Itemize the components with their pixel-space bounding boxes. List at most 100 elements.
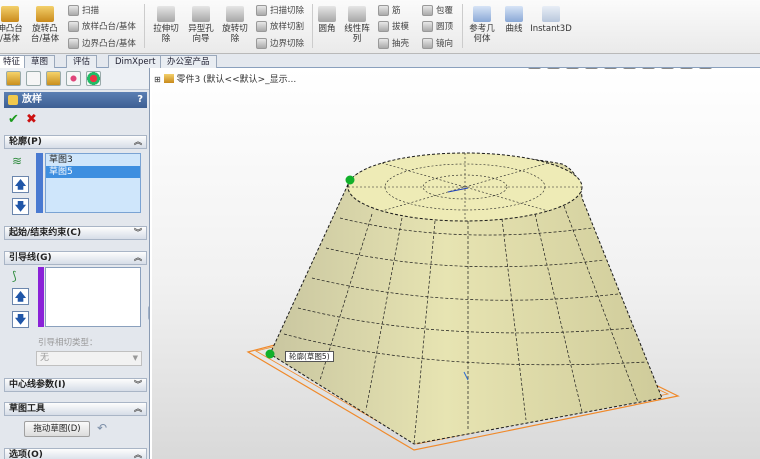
feature-manager-icon[interactable] xyxy=(6,71,21,86)
ribbon-divider xyxy=(144,4,145,48)
command-manager-ribbon: 伸凸台 /基体 旋转凸 台/基体 扫描 放样凸台/基体 边界凸台/基体 拉伸切 … xyxy=(0,0,760,54)
loft-icon xyxy=(68,20,79,32)
draft-icon xyxy=(378,20,389,32)
graphics-area[interactable]: ⊞ 零件3 (默认<<默认>_显示... 轮廓(草图5) xyxy=(152,68,760,459)
wrap-icon xyxy=(422,4,433,16)
ribbon-divider xyxy=(462,4,463,48)
command-manager-tabs: 特征 草图 评估 DimXpert 办公室产品 xyxy=(0,54,760,69)
swept-cut-icon xyxy=(256,4,267,16)
fillet-button[interactable]: 圆角 xyxy=(316,6,338,34)
extrude-cut-button[interactable]: 拉伸切 除 xyxy=(150,6,182,44)
chevron-up-icon: ︽ xyxy=(134,137,142,146)
tab-dimxpert[interactable]: DimXpert xyxy=(108,55,163,68)
wrap-button[interactable]: 包覆 xyxy=(422,4,453,16)
property-manager-icon[interactable] xyxy=(26,71,41,86)
pm-title: 放样 xyxy=(22,94,42,105)
extrude-boss-button[interactable]: 伸凸台 /基体 xyxy=(0,6,23,44)
loft-model-svg xyxy=(246,152,680,451)
guide-curves-header[interactable]: 引导线(G) ︽ xyxy=(4,251,147,265)
guide-curve-icon: ⟆ xyxy=(12,269,17,283)
reference-geometry-button[interactable]: 参考几 何体 xyxy=(466,6,498,44)
profiles-group-header[interactable]: 轮廓(P) ︽ xyxy=(4,135,147,149)
boundary-cut-button[interactable]: 边界切除 xyxy=(256,37,304,49)
lofted-cut-icon xyxy=(256,20,267,32)
cancel-button[interactable]: ✖ xyxy=(26,112,37,127)
curves-icon xyxy=(505,6,523,22)
chevron-down-icon: ▼ xyxy=(132,354,138,362)
lofted-cut-button[interactable]: 放样切割 xyxy=(256,20,304,32)
swept-cut-button[interactable]: 扫描切除 xyxy=(256,4,304,16)
revolve-cut-icon xyxy=(226,6,244,22)
chevron-up-icon: ︽ xyxy=(134,404,142,413)
hole-wizard-icon xyxy=(192,6,210,22)
reference-geometry-icon xyxy=(473,6,491,22)
connector-point[interactable] xyxy=(265,349,275,359)
profiles-list[interactable]: 草图3 草图5 xyxy=(45,153,141,213)
pm-title-bar: 放样 ? xyxy=(4,92,147,108)
revolve-boss-button[interactable]: 旋转凸 台/基体 xyxy=(28,6,62,44)
tab-features[interactable]: 特征 xyxy=(0,55,28,69)
rib-button[interactable]: 筋 xyxy=(378,4,401,16)
move-up-button[interactable]: 🡅 xyxy=(12,176,29,193)
boundary-icon xyxy=(68,37,79,49)
ribbon-divider xyxy=(312,4,313,48)
sweep-icon xyxy=(68,4,79,16)
dimxpert-manager-icon[interactable] xyxy=(66,71,81,86)
drag-sketch-button[interactable]: 拖动草图(D) xyxy=(24,421,90,437)
move-down-button[interactable]: 🡇 xyxy=(12,311,29,328)
profile-callout-label[interactable]: 轮廓(草图5) xyxy=(285,351,334,362)
chevron-down-icon: ︾ xyxy=(134,380,142,389)
revolve-boss-icon xyxy=(36,6,54,22)
curves-button[interactable]: 曲线 xyxy=(502,6,526,34)
hole-wizard-button[interactable]: 异型孔 向导 xyxy=(185,6,217,44)
property-manager: 放样 ? ✔ ✖ 轮廓(P) ︽ ≋ 草图3 草图5 🡅 🡇 起始/结束约束(C)… xyxy=(0,68,150,459)
extrude-boss-icon xyxy=(1,6,19,22)
sweep-button[interactable]: 扫描 xyxy=(68,4,99,16)
list-item[interactable]: 草图3 xyxy=(46,154,140,166)
instant3d-icon xyxy=(542,6,560,22)
sketch-tools-header[interactable]: 草图工具 ︽ xyxy=(4,402,147,416)
help-button[interactable]: ? xyxy=(137,92,143,108)
boundary-cut-icon xyxy=(256,37,267,49)
centerline-parameters-header[interactable]: 中心线参数(I) ︾ xyxy=(4,378,147,392)
tangency-type-select[interactable]: 无 ▼ xyxy=(36,351,142,366)
connector-point[interactable] xyxy=(345,175,355,185)
mirror-icon xyxy=(422,37,433,49)
draft-button[interactable]: 拔模 xyxy=(378,20,409,32)
chevron-up-icon: ︽ xyxy=(134,253,142,262)
profile-icon: ≋ xyxy=(12,154,23,168)
loft-icon xyxy=(8,95,18,105)
rib-icon xyxy=(378,4,389,16)
move-up-button[interactable]: 🡅 xyxy=(12,288,29,305)
panel-splitter-handle[interactable] xyxy=(148,306,149,320)
fillet-icon xyxy=(318,6,336,22)
display-manager-icon[interactable] xyxy=(86,71,101,86)
list-item[interactable]: 草图5 xyxy=(46,166,140,178)
manager-tabs-bar xyxy=(0,68,149,90)
boundary-boss-button[interactable]: 边界凸台/基体 xyxy=(68,37,136,49)
loft-boss-button[interactable]: 放样凸台/基体 xyxy=(68,20,136,32)
tab-office-products[interactable]: 办公室产品 xyxy=(160,55,217,68)
linear-pattern-button[interactable]: 线性阵 列 xyxy=(342,6,372,44)
tab-evaluate[interactable]: 评估 xyxy=(66,55,98,68)
options-header[interactable]: 选项(O) ︽ xyxy=(4,448,147,459)
linear-pattern-icon xyxy=(348,6,366,22)
revolve-cut-button[interactable]: 旋转切 除 xyxy=(219,6,251,44)
guide-curves-list[interactable] xyxy=(45,267,141,327)
instant3d-button[interactable]: Instant3D xyxy=(528,6,574,34)
extrude-cut-icon xyxy=(157,6,175,22)
tab-sketch[interactable]: 草图 xyxy=(24,55,56,68)
start-end-constraints-header[interactable]: 起始/结束约束(C) ︾ xyxy=(4,226,147,240)
undo-icon[interactable]: ↶ xyxy=(97,421,107,435)
guide-color-bar xyxy=(38,267,44,327)
tangency-type-label: 引导相切类型： xyxy=(38,338,98,348)
dome-button[interactable]: 圆顶 xyxy=(422,20,453,32)
ok-button[interactable]: ✔ xyxy=(8,112,19,127)
move-down-button[interactable]: 🡇 xyxy=(12,198,29,215)
mirror-button[interactable]: 镜向 xyxy=(422,37,453,49)
profile-color-bar xyxy=(36,153,43,213)
shell-button[interactable]: 抽壳 xyxy=(378,37,409,49)
chevron-down-icon: ︾ xyxy=(134,228,142,237)
dome-icon xyxy=(422,20,433,32)
configuration-manager-icon[interactable] xyxy=(46,71,61,86)
